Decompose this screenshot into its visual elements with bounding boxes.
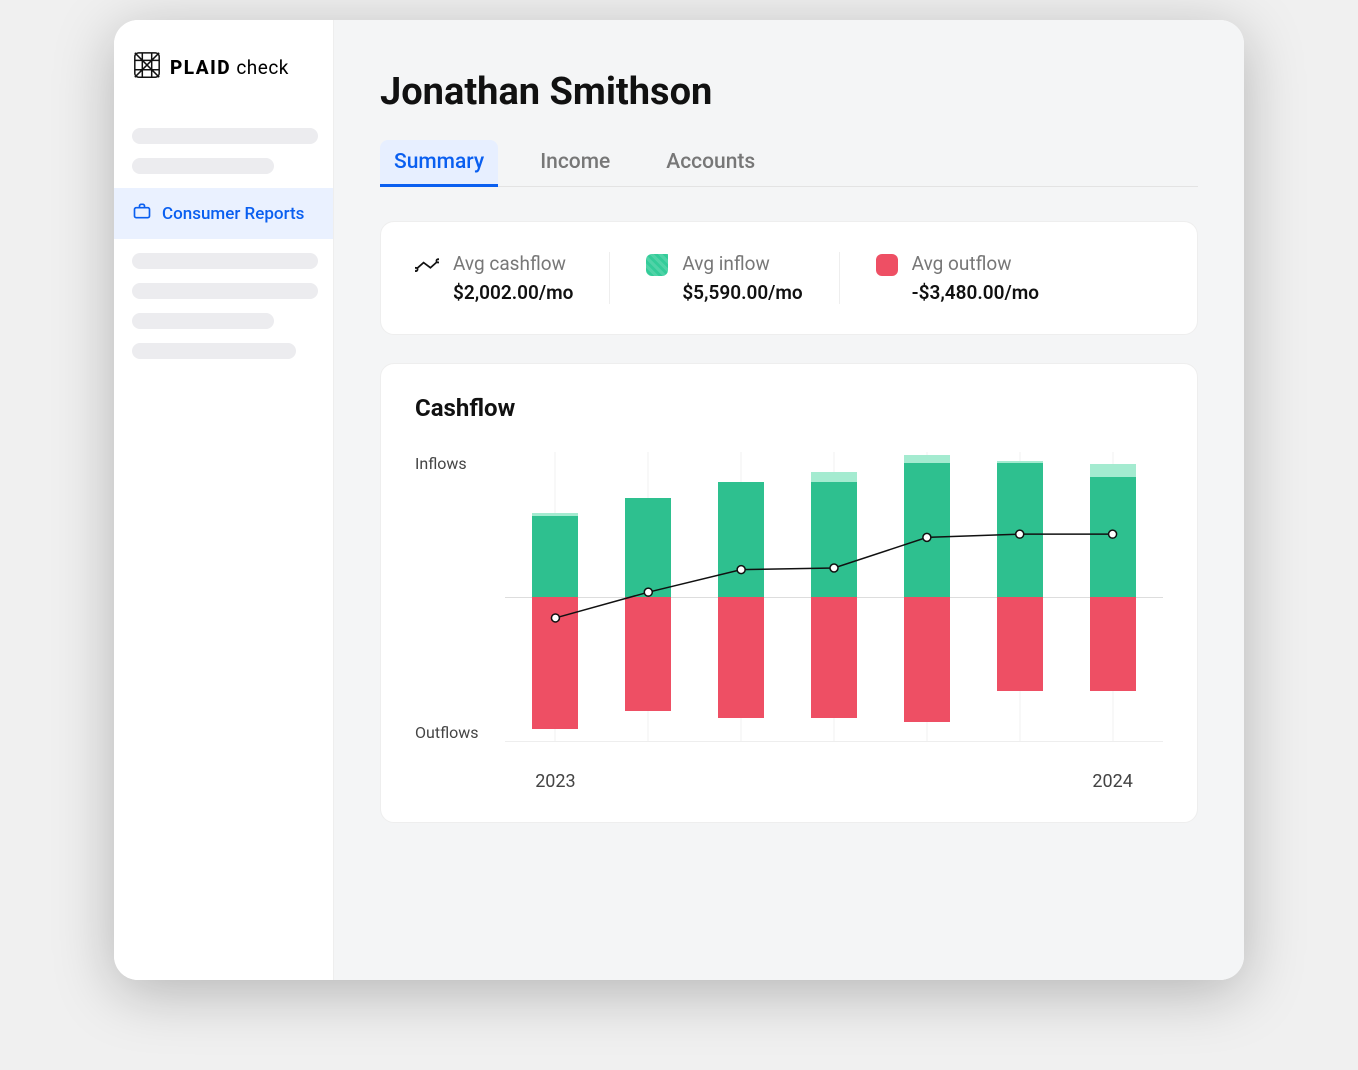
brand-text: PLAID check <box>170 56 289 79</box>
plaid-logo-icon <box>132 50 162 84</box>
sidebar-skeleton <box>132 128 318 144</box>
sidebar-skeleton <box>132 283 318 299</box>
outflow-bar <box>997 597 1043 691</box>
line-chart-icon <box>415 254 439 278</box>
app-window: PLAID check Consumer Reports Jonathan Sm… <box>114 20 1244 980</box>
sidebar-item-consumer-reports[interactable]: Consumer Reports <box>114 188 333 239</box>
sidebar-skeleton <box>132 253 318 269</box>
outflow-swatch-icon <box>876 254 898 276</box>
y-axis-label-bottom: Outflows <box>415 723 479 742</box>
stat-cashflow: Avg cashflow $2,002.00/mo <box>415 252 610 304</box>
tabs: Summary Income Accounts <box>380 140 1198 187</box>
sidebar: PLAID check Consumer Reports <box>114 20 334 980</box>
tab-accounts[interactable]: Accounts <box>652 140 769 186</box>
briefcase-icon <box>132 201 152 226</box>
x-tick-first: 2023 <box>509 771 602 792</box>
sidebar-skeleton <box>132 158 274 174</box>
stat-inflow: Avg inflow $5,590.00/mo <box>646 252 839 304</box>
outflow-bar <box>718 597 764 718</box>
cashflow-chart-card: Cashflow Inflows Outflows 2023 2024 <box>380 363 1198 823</box>
stat-outflow: Avg outflow -$3,480.00/mo <box>876 252 1039 304</box>
chart-title: Cashflow <box>415 394 1163 422</box>
x-axis-ticks: 2023 2024 <box>505 771 1163 792</box>
outflow-bar <box>811 597 857 718</box>
inflow-bar <box>718 482 764 596</box>
sidebar-skeleton <box>132 343 296 359</box>
brand-logo: PLAID check <box>114 50 333 114</box>
inflow-bar <box>532 516 578 597</box>
tab-summary[interactable]: Summary <box>380 140 498 186</box>
cashflow-chart: Inflows Outflows 2023 2024 <box>415 442 1163 792</box>
inflow-bar <box>811 482 857 596</box>
stat-value: -$3,480.00/mo <box>912 281 1039 304</box>
stat-label: Avg inflow <box>682 252 802 275</box>
inflow-bar <box>1090 477 1136 596</box>
stats-card: Avg cashflow $2,002.00/mo Avg inflow $5,… <box>380 221 1198 335</box>
sidebar-item-label: Consumer Reports <box>162 204 304 224</box>
inflow-swatch-icon <box>646 254 668 276</box>
sidebar-skeleton <box>132 313 274 329</box>
stat-label: Avg cashflow <box>453 252 573 275</box>
outflow-bar <box>904 597 950 722</box>
y-axis-label-top: Inflows <box>415 454 467 473</box>
outflow-bar <box>625 597 671 711</box>
stat-value: $2,002.00/mo <box>453 281 573 304</box>
inflow-bar <box>904 463 950 597</box>
main-content: Jonathan Smithson Summary Income Account… <box>334 20 1244 980</box>
inflow-bar <box>625 498 671 596</box>
stat-value: $5,590.00/mo <box>682 281 802 304</box>
tab-income[interactable]: Income <box>526 140 624 186</box>
inflow-bar <box>997 463 1043 597</box>
outflow-bar <box>1090 597 1136 691</box>
page-title: Jonathan Smithson <box>380 70 1198 114</box>
x-tick-last: 2024 <box>1066 771 1159 792</box>
outflow-bar <box>532 597 578 729</box>
stat-label: Avg outflow <box>912 252 1039 275</box>
